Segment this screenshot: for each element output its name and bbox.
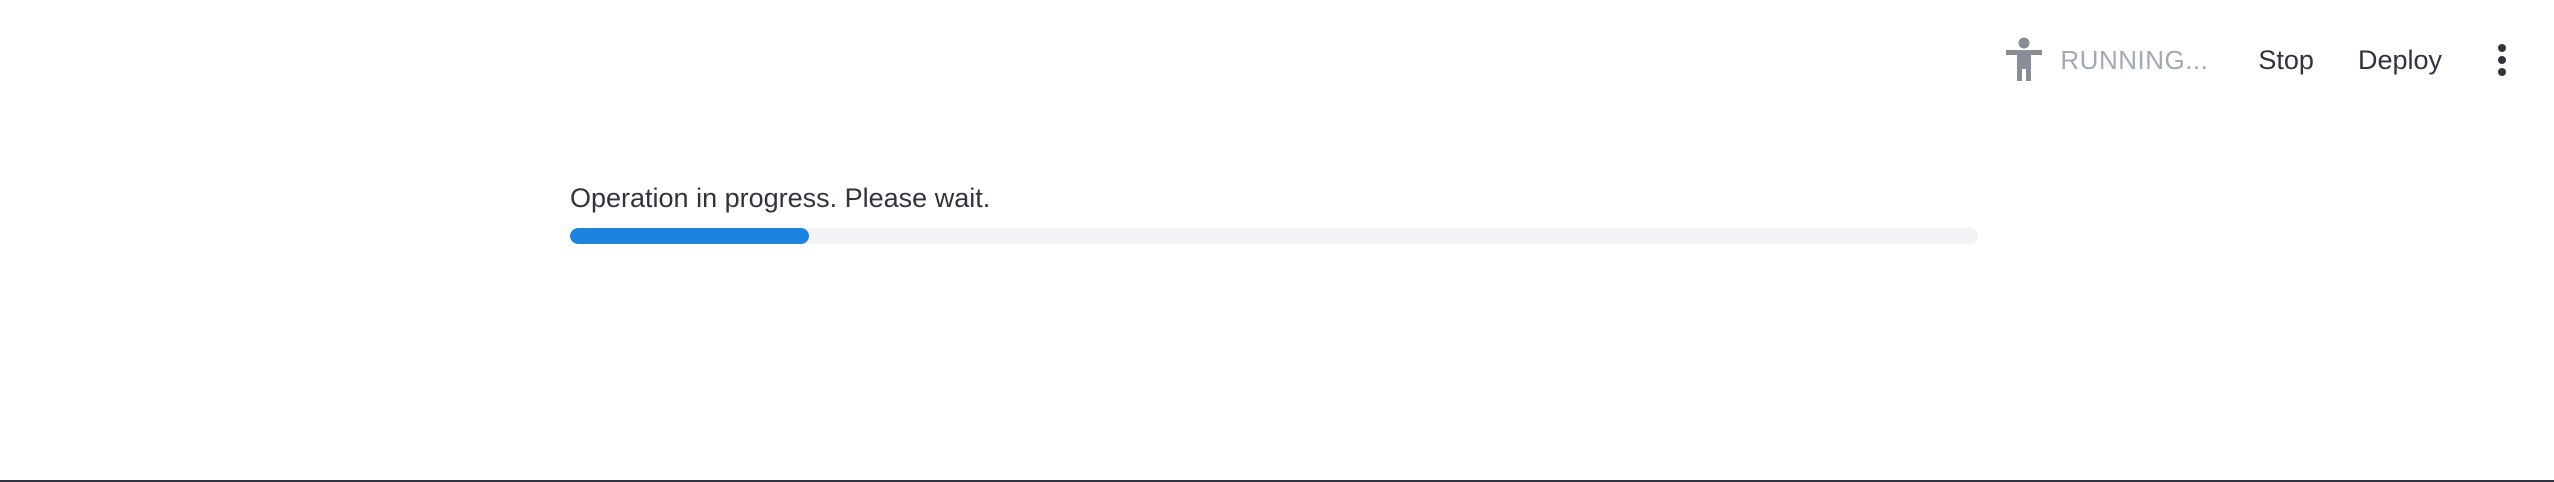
progress-text: Operation in progress. Please wait. xyxy=(570,183,991,213)
deploy-button[interactable]: Deploy xyxy=(2336,37,2464,84)
vertical-ellipsis-icon xyxy=(2498,44,2506,76)
app-toolbar: RUNNING... Stop Deploy xyxy=(2002,30,2526,90)
status-text: RUNNING... xyxy=(2060,44,2209,75)
progress-bar xyxy=(570,228,1978,244)
progress-bar-fill xyxy=(570,228,810,244)
main-menu-button[interactable] xyxy=(2478,36,2526,84)
person-running-icon xyxy=(2002,36,2046,84)
main-content: Operation in progress. Please wait. xyxy=(570,180,1978,244)
stop-button[interactable]: Stop xyxy=(2236,37,2336,84)
app-page: RUNNING... Stop Deploy Operation in prog… xyxy=(0,0,2554,482)
running-status: RUNNING... xyxy=(2002,36,2208,84)
